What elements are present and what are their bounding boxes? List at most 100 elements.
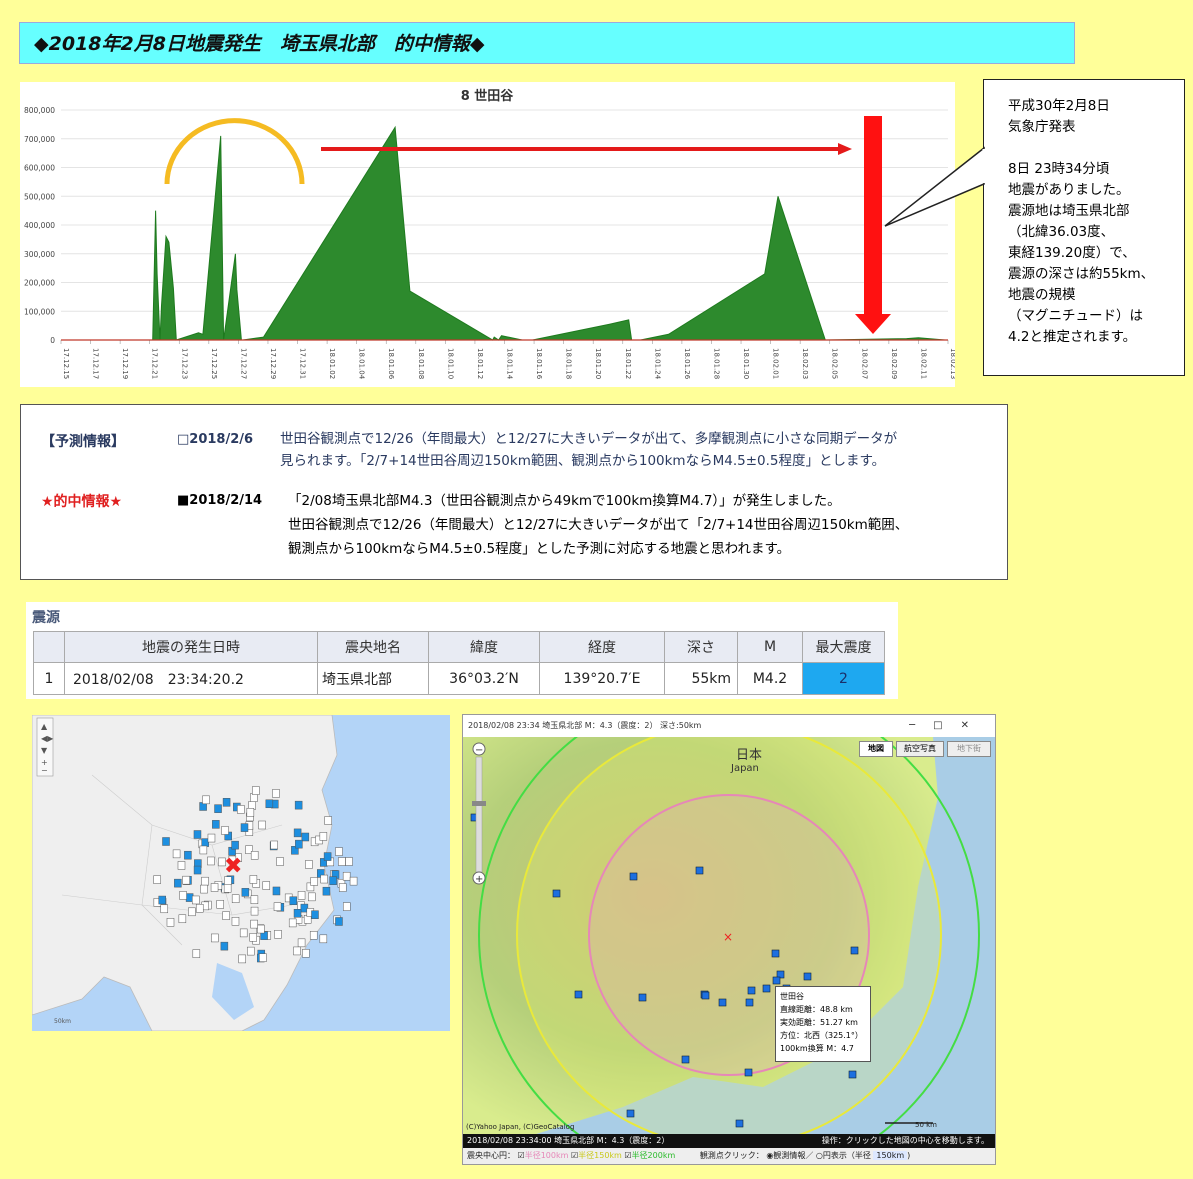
x-tick-label: 18.01.28: [712, 348, 720, 379]
station-marker: [199, 845, 208, 855]
station-marker[interactable]: [747, 986, 756, 995]
radio-circle[interactable]: ○: [816, 1151, 823, 1160]
station-marker: [250, 895, 259, 905]
station-marker: [174, 878, 182, 888]
cell-epicenter: 埼玉県北部: [317, 662, 429, 695]
station-marker: [166, 918, 175, 927]
hit-text: 「2/08埼玉県北部M4.3（世田谷観測点から49kmで100km換算M4.7）…: [288, 493, 909, 557]
station-marker: [249, 875, 258, 884]
station-marker: [276, 857, 284, 866]
cell-latitude: 36°03.2′N: [428, 662, 540, 695]
station-marker: [182, 875, 190, 885]
footer-click-label: 観測点クリック：: [699, 1151, 764, 1160]
station-marker: [289, 896, 298, 905]
forecast-label: 【予測情報】: [41, 434, 125, 450]
station-marker: [343, 902, 351, 911]
station-marker[interactable]: [638, 993, 647, 1002]
station-marker[interactable]: [701, 991, 710, 1000]
station-marker[interactable]: [744, 1068, 753, 1077]
map-canvas[interactable]: × 日本 Japan − + 50 km (C)Yahoo Japan, (C)…: [463, 737, 996, 1135]
col-magnitude: M: [737, 631, 803, 663]
x-tick-label: 18.01.22: [624, 348, 632, 379]
window-controls[interactable]: ─□✕: [909, 715, 987, 737]
map-type-button[interactable]: 地図: [859, 741, 893, 757]
forecast-date: □2018/2/6: [177, 432, 254, 447]
zoom-control[interactable]: ▲ ◀▶ ▼ + −: [36, 717, 54, 777]
x-tick-label: 17.12.23: [180, 348, 188, 379]
x-tick-label: 18.02.11: [919, 348, 927, 379]
radius-input[interactable]: 150km: [873, 1151, 908, 1160]
station-marker: [207, 833, 216, 843]
col-epicenter: 震央地名: [317, 631, 429, 663]
station-marker: [310, 877, 318, 886]
intensity-map-svg: ✖ ▲ ◀▶ ▼ + − 50km: [32, 715, 358, 1031]
station-marker: [322, 886, 331, 896]
table-row: 1 2018/02/08 23:34:20.2 埼玉県北部 36°03.2′N …: [33, 662, 885, 695]
x-tick-label: 18.01.16: [535, 348, 543, 380]
station-marker: [302, 949, 310, 958]
y-tick-label: 0: [50, 336, 55, 345]
station-marker: [216, 900, 224, 909]
station-marker: [265, 799, 274, 809]
map-copyright: (C)Yahoo Japan, (C)GeoCatalog: [466, 1123, 574, 1131]
station-marker: [162, 837, 170, 846]
x-tick-label: 18.02.13: [949, 348, 955, 379]
intensity-map[interactable]: ✖ ▲ ◀▶ ▼ + − 50km: [32, 715, 450, 1031]
station-marker: [293, 828, 302, 838]
seismic-chart: 8 世田谷 800,000 700,000 600,000 500,000 400,00…: [24, 88, 957, 380]
svg-text:▲: ▲: [41, 722, 48, 731]
station-marker[interactable]: [626, 1109, 635, 1118]
station-marker: [200, 884, 208, 894]
svg-text:+: +: [475, 874, 483, 885]
underground-button[interactable]: 地下街: [947, 741, 991, 757]
footer-close: ): [907, 1151, 911, 1160]
station-marker[interactable]: [695, 866, 704, 875]
station-marker: [258, 820, 266, 830]
aerial-photo-button[interactable]: 航空写真: [896, 741, 944, 757]
forecast-text: 世田谷観測点で12/26（年間最大）と12/27に大きいデータが出て、多摩観測点…: [280, 431, 898, 469]
station-marker: [239, 928, 248, 938]
station-marker: [308, 892, 316, 902]
jma-callout: 平成30年2月8日 気象庁発表 8日 23時34分頃 地震がありました。 震源地…: [983, 79, 1185, 376]
col-max-intensity: 最大震度: [802, 631, 885, 663]
station-marker[interactable]: [848, 1070, 857, 1079]
page-title: ◆2018年2月8日地震発生 埼玉県北部 的中情報◆: [19, 22, 1075, 64]
station-marker: [238, 954, 246, 964]
station-marker[interactable]: [552, 889, 561, 898]
station-marker[interactable]: [718, 998, 727, 1007]
station-marker: [272, 789, 280, 798]
station-marker[interactable]: [574, 990, 583, 999]
x-tick-label: 18.02.05: [831, 348, 839, 379]
station-marker[interactable]: [850, 946, 859, 955]
station-marker[interactable]: [629, 872, 638, 881]
station-marker: [349, 876, 358, 886]
x-tick-label: 17.12.31: [299, 348, 307, 379]
station-marker: [262, 881, 271, 890]
y-tick-label: 800,000: [24, 106, 55, 115]
cell-longitude: 139°20.7′E: [539, 662, 665, 695]
landmass: [32, 715, 338, 1031]
status-left: 2018/02/08 23:34:00 埼玉県北部 M：4.3（震度：2）: [467, 1136, 670, 1145]
checkbox-100km[interactable]: ☑: [518, 1151, 525, 1160]
station-marker: [231, 894, 240, 904]
station-tooltip: 世田谷 直線距離：48.8 km 実効距離：51.27 km 方位：北西（325…: [775, 986, 871, 1062]
station-marker: [160, 904, 169, 914]
station-marker[interactable]: [681, 1055, 690, 1064]
map-window: 2018/02/08 23:34 埼玉県北部 M：4.3（震度：2） 深さ:50…: [462, 714, 996, 1165]
station-marker: [211, 933, 219, 943]
table-header-row: 地震の発生日時 震央地名 緯度 経度 深さ M 最大震度: [33, 631, 885, 663]
station-marker[interactable]: [735, 1119, 744, 1128]
checkbox-200km[interactable]: ☑: [624, 1151, 631, 1160]
svg-text:−: −: [41, 766, 48, 775]
hit-date: ■2018/2/14: [177, 493, 263, 508]
station-marker: [249, 933, 257, 942]
footer-r200: 半径200km: [631, 1151, 676, 1160]
japan-label: 日本: [736, 748, 762, 763]
station-marker: [201, 876, 209, 886]
x-tick-label: 18.01.10: [446, 348, 454, 379]
station-marker[interactable]: [771, 949, 780, 958]
station-marker[interactable]: [762, 984, 771, 993]
station-marker[interactable]: [745, 998, 754, 1007]
station-marker[interactable]: [803, 972, 812, 981]
station-marker[interactable]: [772, 976, 781, 985]
